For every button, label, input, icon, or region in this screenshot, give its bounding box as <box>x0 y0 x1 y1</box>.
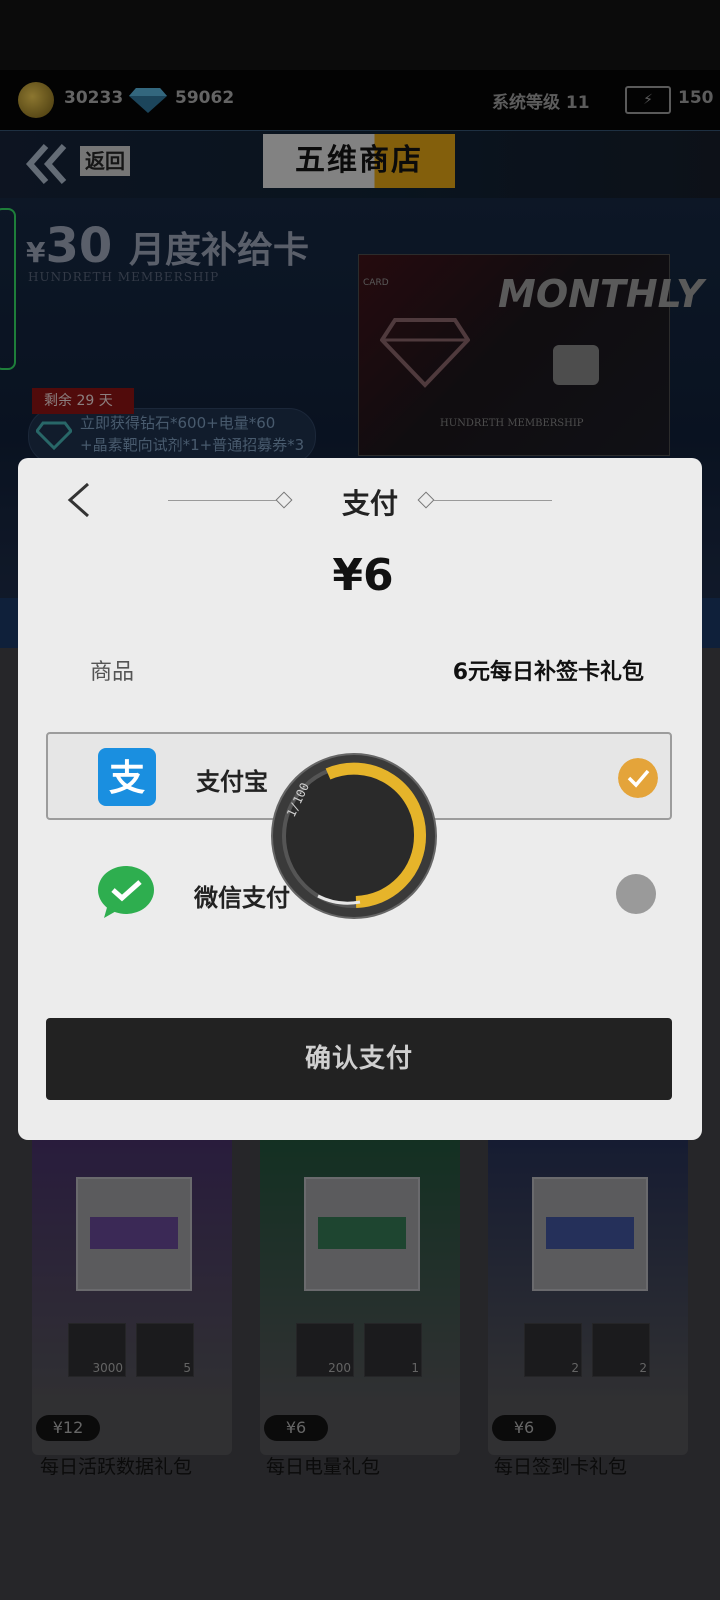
title-diamond-right <box>417 491 435 509</box>
alipay-icon: 支 <box>98 748 156 806</box>
alipay-label: 支付宝 <box>196 768 268 796</box>
payment-amount: ¥6 <box>332 550 394 601</box>
title-diamond-left <box>275 491 293 509</box>
wechat-pay-icon <box>98 866 154 918</box>
confirm-payment-button[interactable]: 确认支付 <box>46 1018 672 1100</box>
goods-label: 商品 <box>90 660 135 685</box>
loading-spinner-icon: 1/100 <box>271 753 437 919</box>
title-divider-left <box>168 500 280 501</box>
title-divider-right <box>434 500 552 501</box>
dialog-back-icon[interactable] <box>64 480 94 520</box>
svg-text:支: 支 <box>109 758 145 799</box>
goods-value: 6元每日补签卡礼包 <box>452 660 644 685</box>
unselected-radio-icon <box>616 874 656 914</box>
selected-check-icon <box>618 758 658 798</box>
dialog-title: 支付 <box>341 487 398 520</box>
